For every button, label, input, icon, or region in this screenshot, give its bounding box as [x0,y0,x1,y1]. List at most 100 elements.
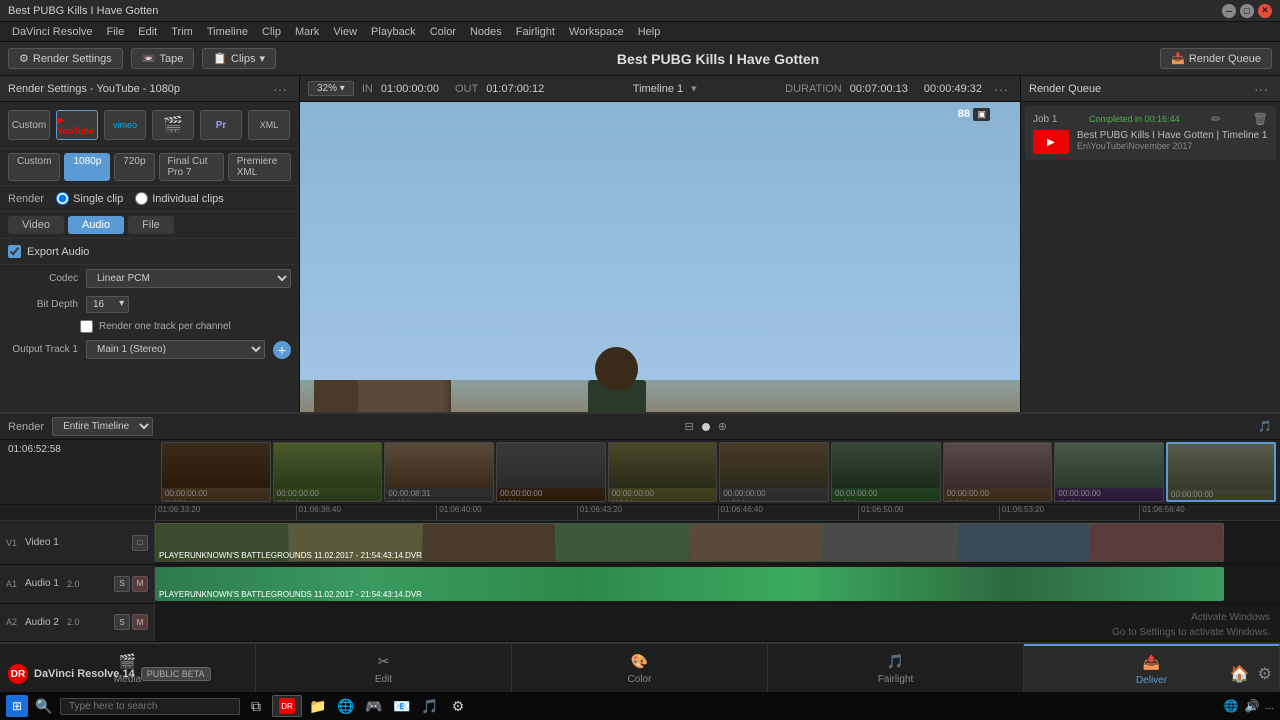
clip-thumb-8[interactable]: 00:00:00:00 H.264 [943,442,1053,502]
settings-icon[interactable]: ⚙ [1258,664,1272,684]
export-audio-checkbox[interactable] [8,245,21,258]
timeline-area: Render Entire Timeline ⊟ ⊕ 🎵 01:06:52:58… [0,412,1280,642]
clip-thumb-9[interactable]: 00:00:00:00 H.264 [1054,442,1164,502]
job-edit-icon[interactable]: ✏ [1211,112,1221,126]
menu-clip[interactable]: Clip [256,24,287,40]
tab-video[interactable]: Video [8,216,64,234]
menu-fairlight[interactable]: Fairlight [510,24,561,40]
tab-file[interactable]: File [128,216,174,234]
premiere-xml-size-button[interactable]: Premiere XML [228,153,291,181]
premiere-preset-button[interactable]: Pr [200,110,242,140]
bit-depth-dropdown-icon: ▾ [119,298,124,309]
minimize-button[interactable]: ─ [1222,4,1236,18]
menu-playback[interactable]: Playback [365,24,422,40]
menu-edit[interactable]: Edit [132,24,163,40]
a1-s-button[interactable]: S [114,576,130,592]
menu-help[interactable]: Help [632,24,667,40]
menu-view[interactable]: View [327,24,363,40]
menu-timeline[interactable]: Timeline [201,24,254,40]
out-time: 01:07:00:12 [486,83,544,95]
single-clip-option[interactable]: Single clip [56,192,123,205]
clip-thumb-1[interactable]: 00:00:00:00 H.264 [161,442,271,502]
codec-select[interactable]: Linear PCM [86,269,291,288]
a1-m-button[interactable]: M [132,576,148,592]
clip-thumb-10[interactable]: 00:00:00:00 H.264 [1166,442,1276,502]
menu-mark[interactable]: Mark [289,24,325,40]
taskbar-app-davinci[interactable]: DR [272,695,302,717]
v1-mute-button[interactable]: □ [132,535,148,551]
custom-preset-button[interactable]: Custom [8,110,50,140]
preview-menu-button[interactable]: ··· [990,81,1012,97]
start-button[interactable]: ⊞ [6,695,28,717]
a1-clip[interactable]: PLAYERUNKNOWN'S BATTLEGROUNDS 11.02.2017… [155,567,1224,601]
clip-thumb-2[interactable]: 00:00:00:00 H.264 [273,442,383,502]
taskbar-icon-chrome[interactable]: 🌐 [334,694,358,718]
tab-color[interactable]: 🎨 Color [512,644,768,692]
menu-trim[interactable]: Trim [165,24,199,40]
tab-fairlight[interactable]: 🎵 Fairlight [768,644,1024,692]
a2-s-button[interactable]: S [114,614,130,630]
clip-thumb-3[interactable]: 00:00:08:31 H.264 [384,442,494,502]
render-queue-header: Render Queue ··· [1021,76,1280,102]
taskbar-icon-game[interactable]: 🎮 [362,694,386,718]
render-settings-button[interactable]: ⚙ Render Settings [8,48,123,69]
a1-name: Audio 1 [25,578,59,589]
tape-button[interactable]: 📼 Tape [131,48,195,69]
menu-color[interactable]: Color [424,24,462,40]
bit-depth-value[interactable]: 16 ▾ [86,296,129,313]
timeline-tracks: V1 Video 1 □ [0,521,1280,642]
nav-tabs: 🎬 Media ✂ Edit 🎨 Color 🎵 Fairlight 📤 Del… [0,642,1280,692]
1080p-button[interactable]: 1080p [64,153,110,181]
v1-clip-label: PLAYERUNKNOWN'S BATTLEGROUNDS 11.02.2017… [159,551,422,560]
clip-time-5: 00:00:00:00 [609,488,717,499]
v1-name: Video 1 [25,537,59,548]
render-one-track-checkbox[interactable] [80,320,93,333]
clip-thumb-4[interactable]: 00:00:00:00 H.264 [496,442,606,502]
film-preset-button[interactable]: 🎬 [152,110,194,140]
clip-thumb-6[interactable]: 00:00:00:00 H.264 [719,442,829,502]
720p-button[interactable]: 720p [114,153,154,181]
close-button[interactable]: ✕ [1258,4,1272,18]
render-queue-menu-button[interactable]: ··· [1250,81,1272,97]
render-range-select[interactable]: Entire Timeline [52,417,153,436]
zoom-control[interactable]: 32% ▾ [308,81,354,96]
taskbar-network-icon[interactable]: 🌐 [1224,699,1239,713]
taskbar-search-input[interactable] [60,698,240,715]
taskbar-task-view-icon[interactable]: ⧉ [244,694,268,718]
clips-button[interactable]: 📋 Clips ▾ [202,48,276,69]
tab-audio[interactable]: Audio [68,216,124,234]
zoom-out-icon[interactable]: ⊟ [684,420,693,433]
v1-clip[interactable]: PLAYERUNKNOWN'S BATTLEGROUNDS 11.02.2017… [155,523,1224,562]
premiere-xml-preset-button[interactable]: XML [248,110,290,140]
menu-workspace[interactable]: Workspace [563,24,630,40]
home-icon[interactable]: 🏠 [1230,664,1250,684]
individual-clips-option[interactable]: Individual clips [135,192,224,205]
export-audio-checkbox-label[interactable]: Export Audio [8,245,291,258]
add-track-button[interactable]: + [273,341,291,359]
clip-thumb-5[interactable]: 00:00:00:00 H.264 [608,442,718,502]
zoom-thumb[interactable] [702,423,710,431]
a2-m-button[interactable]: M [132,614,148,630]
tab-edit[interactable]: ✂ Edit [256,644,512,692]
zoom-in-icon[interactable]: ⊕ [718,420,727,433]
output-track-select[interactable]: Main 1 (Stereo) [86,340,265,359]
taskbar-icon-explorer[interactable]: 📁 [306,694,330,718]
render-settings-menu-button[interactable]: ··· [269,81,291,97]
taskbar-icon-mail[interactable]: 📧 [390,694,414,718]
clip-thumb-7[interactable]: 00:00:00:00 H.264 [831,442,941,502]
taskbar-icon-settings[interactable]: ⚙ [446,694,470,718]
youtube-preset-button[interactable]: ▶ YouTube [56,110,98,140]
menu-davinci[interactable]: DaVinci Resolve [6,24,99,40]
final-cut-button[interactable]: Final Cut Pro 7 [159,153,224,181]
vimeo-preset-button[interactable]: vimeo [104,110,146,140]
clip-codec-2: H.264 [274,499,382,502]
windows-taskbar: ⊞ 🔍 ⧉ DR 📁 🌐 🎮 📧 🎵 ⚙ 🌐 🔊 ... [0,692,1280,720]
taskbar-icon-music[interactable]: 🎵 [418,694,442,718]
menu-nodes[interactable]: Nodes [464,24,508,40]
menu-file[interactable]: File [101,24,131,40]
maximize-button[interactable]: □ [1240,4,1254,18]
job-delete-icon[interactable]: 🗑 [1253,112,1268,126]
render-queue-button[interactable]: 📥 Render Queue [1160,48,1272,69]
custom-size-button[interactable]: Custom [8,153,60,181]
taskbar-volume-icon[interactable]: 🔊 [1245,699,1260,713]
